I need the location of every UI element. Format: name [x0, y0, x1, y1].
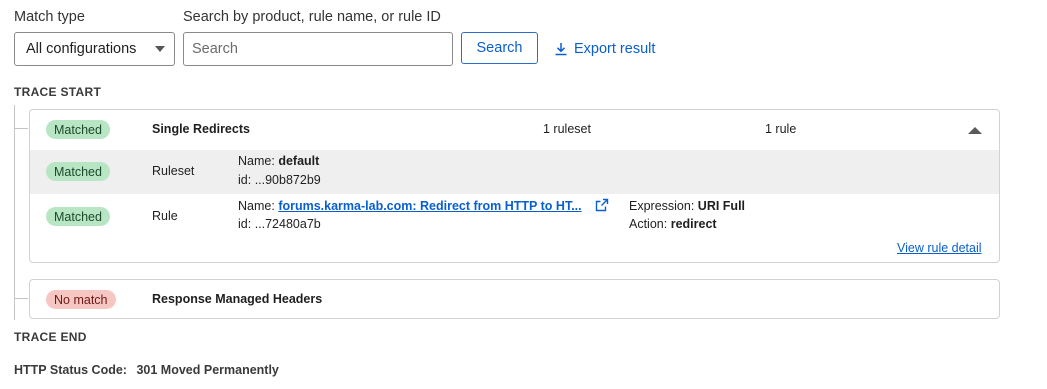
rule-count: 1 rule: [765, 122, 797, 136]
caret-down-icon: [155, 46, 165, 52]
http-status: HTTP Status Code: 301 Moved Permanently: [14, 363, 279, 377]
download-icon: [555, 43, 567, 56]
search-label: Search by product, rule name, or rule ID: [183, 9, 441, 25]
ruleset-count: 1 ruleset: [543, 122, 591, 136]
id-value: ...72480a7b: [254, 217, 321, 231]
match-type-select[interactable]: All configurations: [14, 32, 175, 66]
status-badge: Matched: [46, 120, 110, 139]
rule-id: id: ...72480a7b: [238, 217, 321, 231]
row-type: Rule: [152, 209, 178, 223]
trace-line: [14, 105, 15, 320]
rule-name: Name: forums.karma-lab.com: Redirect fro…: [238, 199, 582, 213]
match-type-value: All configurations: [26, 41, 137, 57]
id-label: id:: [238, 217, 252, 231]
view-rule-detail-link[interactable]: View rule detail: [897, 241, 982, 255]
name-label: Name:: [238, 199, 275, 213]
external-link-icon[interactable]: [595, 198, 609, 212]
row-type: Ruleset: [152, 164, 195, 178]
name-label: Name:: [238, 154, 275, 168]
phase-card-single-redirects: Matched Single Redirects 1 ruleset 1 rul…: [29, 109, 1000, 263]
ruleset-id: id: ...90b872b9: [238, 173, 321, 187]
status-badge: Matched: [46, 207, 110, 226]
status-code-label: HTTP Status Code:: [14, 363, 127, 377]
trace-connector: [14, 128, 28, 129]
action-value: redirect: [670, 217, 717, 231]
action-label: Action:: [629, 217, 668, 231]
search-button[interactable]: Search: [461, 32, 538, 64]
rule-expression: Expression: URI Full: [629, 199, 745, 213]
rule-name-link[interactable]: forums.karma-lab.com: Redirect from HTTP…: [278, 199, 581, 213]
expression-value: URI Full: [697, 199, 746, 213]
phase-name: Response Managed Headers: [152, 292, 323, 306]
trace-connector: [14, 298, 28, 299]
rule-action: Action: redirect: [629, 217, 717, 231]
export-result-button[interactable]: Export result: [554, 38, 655, 60]
status-badge: No match: [46, 290, 116, 309]
chevron-up-icon[interactable]: [968, 127, 982, 134]
trace-start-label: TRACE START: [14, 85, 102, 99]
match-type-label: Match type: [14, 9, 85, 25]
expression-label: Expression:: [629, 199, 695, 213]
id-label: id:: [238, 173, 252, 187]
phase-card-response-managed-headers[interactable]: No match Response Managed Headers: [29, 279, 1000, 319]
status-code-value: 301 Moved Permanently: [136, 363, 279, 377]
status-badge: Matched: [46, 162, 110, 181]
phase-name: Single Redirects: [152, 122, 250, 136]
search-input[interactable]: [183, 32, 453, 66]
name-value: default: [278, 154, 320, 168]
export-label: Export result: [574, 41, 656, 57]
trace-end-label: TRACE END: [14, 330, 87, 344]
ruleset-name: Name: default: [238, 154, 319, 168]
id-value: ...90b872b9: [254, 173, 321, 187]
